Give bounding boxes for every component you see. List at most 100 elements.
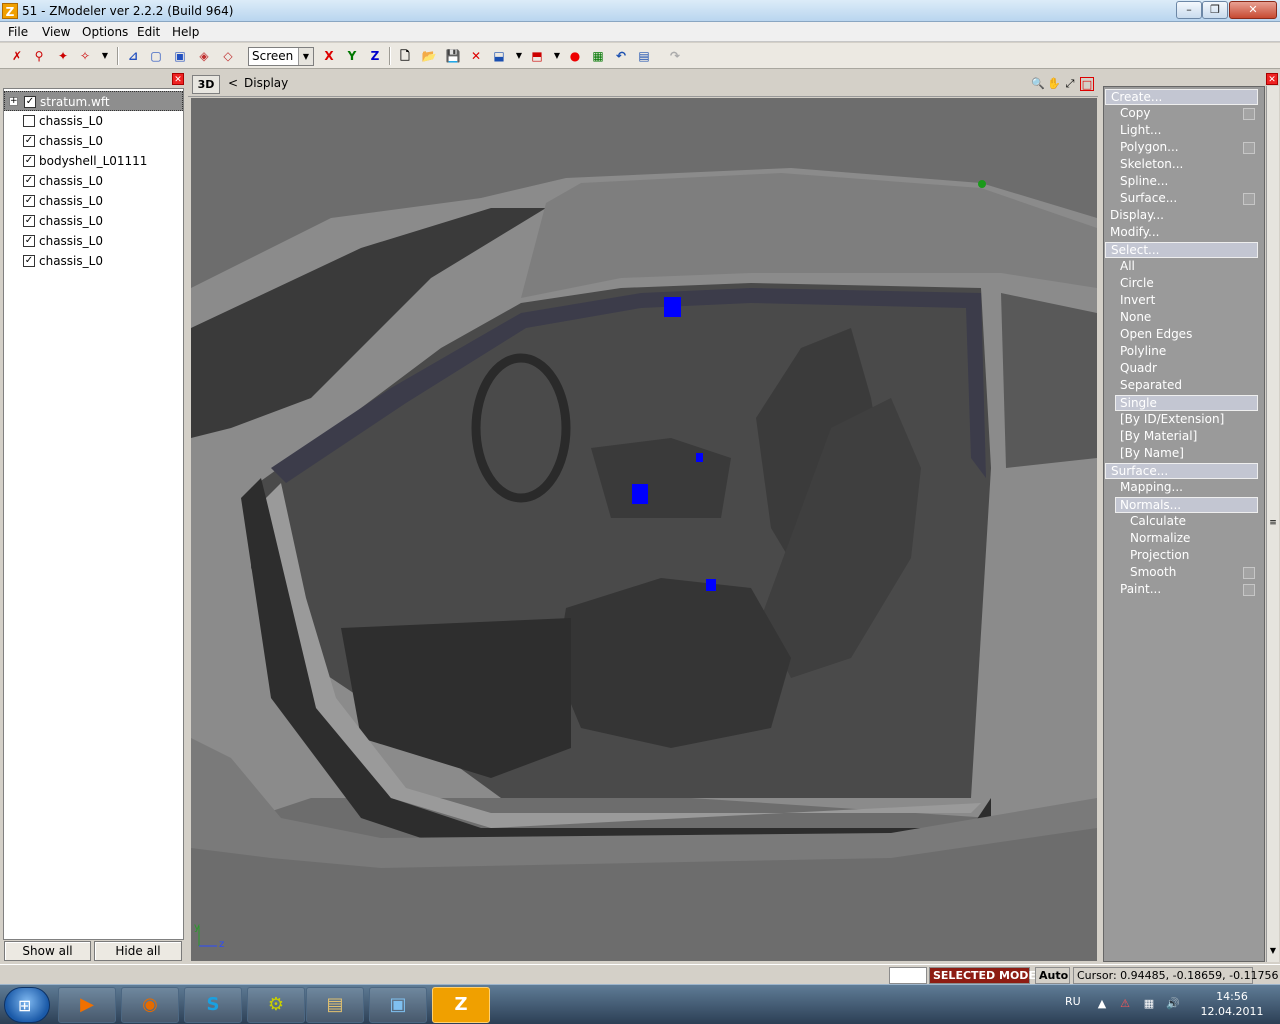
menu-file[interactable]: File — [8, 25, 28, 39]
network-icon[interactable]: ▦ — [1142, 997, 1156, 1011]
command-item[interactable]: Create... — [1105, 89, 1258, 105]
new-file-icon[interactable]: 🗋 — [396, 47, 414, 65]
delete-icon[interactable]: ✕ — [467, 47, 485, 65]
close-panel-icon[interactable]: ✕ — [1266, 73, 1278, 85]
command-item[interactable]: Surface... — [1105, 463, 1258, 479]
command-item[interactable]: Open Edges — [1120, 327, 1258, 343]
visibility-checkbox[interactable]: ✓ — [23, 175, 35, 187]
media-player-app-icon[interactable]: ▶ — [58, 987, 116, 1023]
chevron-down-icon[interactable]: ▼ — [298, 48, 313, 65]
command-item[interactable]: Quadr — [1120, 361, 1258, 377]
tree-item[interactable]: ✓ bodyshell_L01111 — [4, 151, 183, 171]
command-item[interactable]: Normals... — [1115, 497, 1258, 513]
command-item[interactable]: None — [1120, 310, 1258, 326]
network-error-icon[interactable]: ⚠ — [1118, 997, 1132, 1011]
select-tool-icon[interactable]: ✗ — [8, 47, 26, 65]
command-item[interactable]: Calculate — [1130, 514, 1258, 530]
command-item[interactable]: [By ID/Extension] — [1120, 412, 1258, 428]
undo-icon[interactable]: ↶ — [612, 47, 630, 65]
command-option-box[interactable] — [1243, 193, 1255, 205]
command-item[interactable]: Display... — [1110, 208, 1258, 224]
explorer-app-icon[interactable]: ▤ — [306, 987, 364, 1023]
tree-item[interactable]: ✓ chassis_L0 — [4, 211, 183, 231]
axis-frame-icon[interactable]: ⊿ — [124, 47, 142, 65]
command-option-box[interactable] — [1243, 584, 1255, 596]
open-folder-icon[interactable]: 📂 — [420, 47, 438, 65]
tree-item-root[interactable]: + ✓ stratum.wft — [4, 91, 183, 111]
tree-item[interactable]: ✓ chassis_L0 — [4, 251, 183, 271]
image-viewer-app-icon[interactable]: ▣ — [369, 987, 427, 1023]
import-icon[interactable]: ⬓ — [490, 47, 508, 65]
command-item[interactable]: Circle — [1120, 276, 1258, 292]
tree-item[interactable]: ✓ chassis_L0 — [4, 171, 183, 191]
axis-z-toggle[interactable]: Z — [366, 47, 384, 65]
scroll-down-icon[interactable]: ▼ — [1268, 946, 1278, 958]
command-item[interactable]: Separated — [1120, 378, 1258, 394]
command-item[interactable]: Smooth — [1130, 565, 1258, 581]
command-item[interactable]: All — [1120, 259, 1258, 275]
visibility-checkbox[interactable]: ✓ — [23, 255, 35, 267]
command-item[interactable]: Skeleton... — [1120, 157, 1258, 173]
rotate-tool-icon[interactable]: ✧ — [76, 47, 94, 65]
import-dropdown-icon[interactable]: ▼ — [510, 47, 528, 65]
command-item[interactable]: Mapping... — [1120, 480, 1258, 496]
command-item[interactable]: Normalize — [1130, 531, 1258, 547]
move-tool-icon[interactable]: ✦ — [54, 47, 72, 65]
zmodeler-app-icon[interactable]: Z — [2, 3, 18, 19]
redo-icon[interactable]: ↷ — [666, 47, 684, 65]
command-item[interactable]: Invert — [1120, 293, 1258, 309]
input-language-indicator[interactable]: RU — [1065, 995, 1081, 1008]
utility-app-icon[interactable]: ⚙ — [247, 987, 305, 1023]
command-item[interactable]: Modify... — [1110, 225, 1258, 241]
box-icon[interactable]: ▢ — [147, 47, 165, 65]
show-all-button[interactable]: Show all — [4, 941, 91, 961]
command-item[interactable]: Paint... — [1120, 582, 1258, 598]
visibility-checkbox[interactable] — [23, 115, 35, 127]
fit-view-icon[interactable]: ⤢ — [1063, 77, 1077, 91]
chevron-left-icon[interactable]: < — [228, 76, 238, 90]
cube-icon[interactable]: ▣ — [171, 47, 189, 65]
maximize-viewport-icon[interactable]: □ — [1080, 77, 1094, 91]
menu-edit[interactable]: Edit — [137, 25, 160, 39]
command-option-box[interactable] — [1243, 567, 1255, 579]
export-dropdown-icon[interactable]: ▼ — [548, 47, 566, 65]
visibility-checkbox[interactable]: ✓ — [23, 235, 35, 247]
volume-icon[interactable]: 🔊 — [1166, 997, 1180, 1011]
maximize-button[interactable]: ❐ — [1202, 1, 1228, 19]
selected-mode-indicator[interactable]: SELECTED MODE — [929, 967, 1036, 984]
command-item[interactable]: Select... — [1105, 242, 1258, 258]
close-window-button[interactable]: ✕ — [1229, 1, 1277, 19]
command-item[interactable]: Polyline — [1120, 344, 1258, 360]
save-icon[interactable]: 💾 — [444, 47, 462, 65]
view-mode-button[interactable]: 3D — [192, 75, 220, 94]
zoom-icon[interactable]: 🔍 — [1031, 77, 1045, 91]
command-option-box[interactable] — [1243, 142, 1255, 154]
tree-item[interactable]: ✓ chassis_L0 — [4, 131, 183, 151]
pan-hand-icon[interactable]: ✋ — [1047, 77, 1061, 91]
menu-help[interactable]: Help — [172, 25, 199, 39]
command-item[interactable]: Polygon... — [1120, 140, 1258, 156]
record-icon[interactable]: ● — [566, 47, 584, 65]
visibility-checkbox[interactable]: ✓ — [23, 135, 35, 147]
export-icon[interactable]: ⬒ — [528, 47, 546, 65]
expand-icon[interactable]: + — [9, 97, 18, 106]
command-item[interactable]: Single — [1115, 395, 1258, 411]
visibility-checkbox[interactable]: ✓ — [23, 215, 35, 227]
command-option-box[interactable] — [1243, 108, 1255, 120]
command-item[interactable]: Light... — [1120, 123, 1258, 139]
skype-app-icon[interactable]: S — [184, 987, 242, 1023]
close-panel-icon[interactable]: ✕ — [172, 73, 184, 85]
tree-item[interactable]: ✓ chassis_L0 — [4, 231, 183, 251]
sphere-icon[interactable]: ◈ — [195, 47, 213, 65]
command-item[interactable]: Spline... — [1120, 174, 1258, 190]
tray-expand-icon[interactable]: ▲ — [1095, 997, 1109, 1011]
3d-viewport-canvas[interactable]: y z — [191, 98, 1097, 961]
menu-view[interactable]: View — [42, 25, 70, 39]
command-item[interactable]: Projection — [1130, 548, 1258, 564]
system-clock[interactable]: 14:56 12.04.2011 — [1192, 989, 1272, 1019]
firefox-app-icon[interactable]: ◉ — [121, 987, 179, 1023]
scroll-grip-icon[interactable]: ≡ — [1268, 518, 1278, 528]
properties-icon[interactable]: ▤ — [635, 47, 653, 65]
axis-x-toggle[interactable]: X — [320, 47, 338, 65]
cylinder-icon[interactable]: ◇ — [219, 47, 237, 65]
